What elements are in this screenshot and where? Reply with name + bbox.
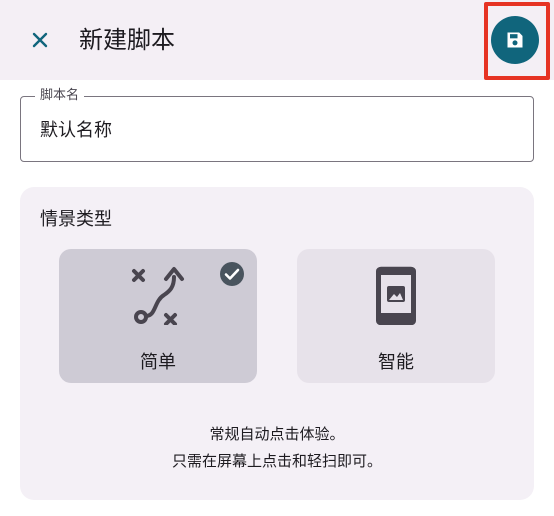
- description-line-1: 常规自动点击体验。: [209, 425, 345, 443]
- close-icon: [32, 32, 48, 48]
- scene-type-title: 情景类型: [40, 209, 112, 230]
- save-button[interactable]: [491, 16, 539, 64]
- description-line-2: 只需在屏幕上点击和轻扫即可。: [171, 452, 382, 470]
- scene-type-card: 情景类型 简单 智能 常规自动点击体验。 只需在屏幕上点击和轻扫即可。: [20, 187, 534, 500]
- route-icon: [132, 267, 184, 325]
- option-smart-label: 智能: [378, 352, 414, 373]
- option-smart[interactable]: 智能: [297, 249, 495, 383]
- option-simple-label: 简单: [140, 352, 176, 373]
- option-simple[interactable]: 简单: [59, 249, 257, 383]
- page-title: 新建脚本: [79, 26, 175, 54]
- script-name-input[interactable]: [40, 115, 510, 143]
- check-circle-icon: [220, 262, 244, 286]
- close-button[interactable]: [22, 22, 58, 58]
- script-name-label: 脚本名: [35, 88, 85, 104]
- script-name-field: 脚本名: [20, 88, 534, 162]
- phone-image-icon: [376, 266, 416, 325]
- floppy-disk-icon: [507, 32, 523, 48]
- app-bar: 新建脚本: [0, 0, 554, 80]
- scene-type-description: 常规自动点击体验。 只需在屏幕上点击和轻扫即可。: [20, 421, 534, 475]
